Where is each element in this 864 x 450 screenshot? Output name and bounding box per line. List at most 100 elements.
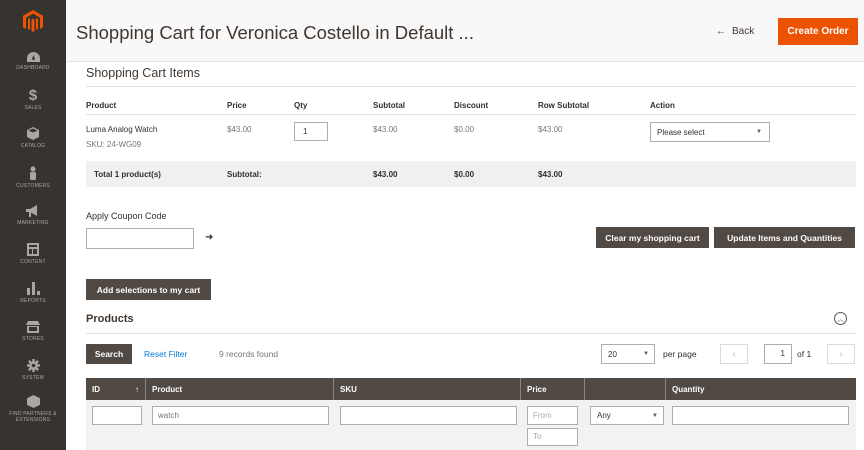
- nav-item-stores[interactable]: STORES: [0, 312, 66, 351]
- grid-col-price[interactable]: Price: [521, 378, 585, 400]
- chevron-down-icon: ▼: [756, 129, 762, 135]
- coupon-input[interactable]: [86, 228, 194, 249]
- chevron-down-icon: ▼: [643, 351, 649, 357]
- dashboard-icon: [26, 51, 40, 62]
- cube-icon: [27, 127, 39, 141]
- nav-label: STORES: [22, 335, 44, 342]
- filter-sku-input[interactable]: [340, 406, 517, 425]
- grid-col-id-label: ID: [92, 384, 100, 394]
- store-icon: [26, 320, 40, 333]
- update-items-button[interactable]: Update Items and Quantities: [714, 227, 855, 248]
- totals-discount: $0.00: [454, 170, 475, 179]
- action-select[interactable]: Please select ▼: [650, 122, 770, 142]
- prev-page-button[interactable]: ‹: [720, 344, 748, 364]
- collapse-chevron-icon[interactable]: ︿: [834, 312, 847, 325]
- bar-chart-icon: [26, 281, 40, 295]
- nav-item-sales[interactable]: $ SALES: [0, 81, 66, 120]
- item-discount: $0.00: [454, 125, 475, 134]
- coupon-label: Apply Coupon Code: [86, 211, 167, 221]
- megaphone-icon: [26, 205, 40, 218]
- grid-col-product[interactable]: Product: [146, 378, 334, 400]
- person-icon: [28, 165, 38, 180]
- col-product: Product: [86, 101, 117, 110]
- col-action: Action: [650, 101, 675, 110]
- nav-label: CUSTOMERS: [16, 182, 50, 189]
- col-qty: Qty: [294, 101, 308, 110]
- chevron-left-icon: ‹: [732, 348, 736, 360]
- page-of-label: of 1: [797, 349, 812, 359]
- admin-sidebar: DASHBOARD $ SALES CATALOG CUSTOMERS MARKETING…: [0, 0, 66, 450]
- item-sku: SKU: 24-WG09: [86, 140, 142, 149]
- nav-item-find-partners-extensions[interactable]: FIND PARTNERS & EXTENSIONS: [0, 389, 66, 428]
- nav-label: REPORTS: [20, 297, 46, 304]
- grid-col-quantity[interactable]: Quantity: [666, 378, 856, 400]
- filter-any-value: Any: [597, 411, 611, 420]
- products-divider: [86, 333, 856, 334]
- filter-any-select[interactable]: Any ▼: [590, 406, 664, 425]
- page-header: Shopping Cart for Veronica Costello in D…: [66, 0, 864, 62]
- col-discount: Discount: [454, 101, 489, 110]
- nav-item-marketing[interactable]: MARKETING: [0, 196, 66, 235]
- nav-item-dashboard[interactable]: DASHBOARD: [0, 42, 66, 81]
- filter-id-input[interactable]: [92, 406, 142, 425]
- per-page-label: per page: [663, 349, 697, 359]
- nav-item-catalog[interactable]: CATALOG: [0, 119, 66, 158]
- magento-logo-icon: [23, 9, 43, 32]
- partners-icon: [26, 394, 40, 408]
- create-order-button[interactable]: Create Order: [778, 18, 858, 45]
- cart-totals-row: Total 1 product(s) Subtotal: $43.00 $0.0…: [86, 161, 856, 187]
- col-subtotal: Subtotal: [373, 101, 405, 110]
- gear-icon: [26, 359, 40, 373]
- nav-label: CONTENT: [20, 259, 46, 266]
- col-price: Price: [227, 101, 247, 110]
- filter-price-from-input[interactable]: From: [527, 406, 578, 425]
- nav-label: CATALOG: [20, 143, 46, 150]
- apply-coupon-arrow-icon[interactable]: ➜: [205, 232, 213, 243]
- item-price: $43.00: [227, 125, 252, 134]
- back-arrow-icon: ←: [716, 26, 726, 37]
- page-number-input[interactable]: 1: [764, 344, 792, 364]
- per-page-select[interactable]: 20 ▼: [601, 344, 655, 364]
- clear-cart-button[interactable]: Clear my shopping cart: [596, 227, 709, 248]
- reset-filter-link[interactable]: Reset Filter: [144, 349, 187, 359]
- per-page-value: 20: [608, 349, 617, 359]
- records-count: 9 records found: [219, 349, 279, 359]
- next-page-button[interactable]: ›: [827, 344, 855, 364]
- back-label: Back: [732, 26, 755, 37]
- nav-item-reports[interactable]: REPORTS: [0, 274, 66, 313]
- item-row-subtotal: $43.00: [538, 125, 563, 134]
- totals-row-subtotal: $43.00: [538, 170, 563, 179]
- nav-label: DASHBOARD: [16, 64, 50, 71]
- chevron-down-icon: ▼: [652, 412, 658, 419]
- back-button[interactable]: ← Back: [716, 26, 754, 37]
- nav-item-system[interactable]: SYSTEM: [0, 351, 66, 390]
- item-name: Luma Analog Watch: [86, 125, 158, 134]
- nav-label: FIND PARTNERS & EXTENSIONS: [9, 410, 57, 423]
- nav-label: SYSTEM: [22, 375, 44, 382]
- cart-title-divider: [86, 86, 856, 87]
- totals-subtotal: $43.00: [373, 170, 398, 179]
- nav-item-content[interactable]: CONTENT: [0, 235, 66, 274]
- filter-product-input[interactable]: watch: [152, 406, 329, 425]
- grid-col-id[interactable]: ID ↑: [86, 378, 146, 400]
- dollar-icon: $: [28, 86, 38, 104]
- qty-input[interactable]: 1: [294, 122, 328, 141]
- nav-label: MARKETING: [17, 220, 49, 227]
- products-title: Products: [86, 313, 134, 325]
- totals-label: Total 1 product(s): [94, 170, 161, 179]
- cart-section-title: Shopping Cart Items: [86, 66, 200, 80]
- add-selections-button[interactable]: Add selections to my cart: [86, 279, 211, 300]
- products-grid-header: ID ↑ Product SKU Price Quantity: [86, 378, 856, 400]
- search-button[interactable]: Search: [86, 344, 132, 364]
- filter-quantity-input[interactable]: [672, 406, 849, 425]
- sort-arrow-icon: ↑: [135, 384, 139, 394]
- magento-logo[interactable]: [0, 0, 66, 42]
- filter-price-to-input[interactable]: To: [527, 428, 578, 446]
- action-select-value: Please select: [657, 127, 705, 137]
- page-title: Shopping Cart for Veronica Costello in D…: [76, 22, 474, 43]
- grid-col-sku[interactable]: SKU: [334, 378, 521, 400]
- grid-col-select: [585, 378, 666, 400]
- totals-subtotal-label: Subtotal:: [227, 170, 262, 179]
- nav-label: SALES: [24, 104, 42, 111]
- nav-item-customers[interactable]: CUSTOMERS: [0, 158, 66, 197]
